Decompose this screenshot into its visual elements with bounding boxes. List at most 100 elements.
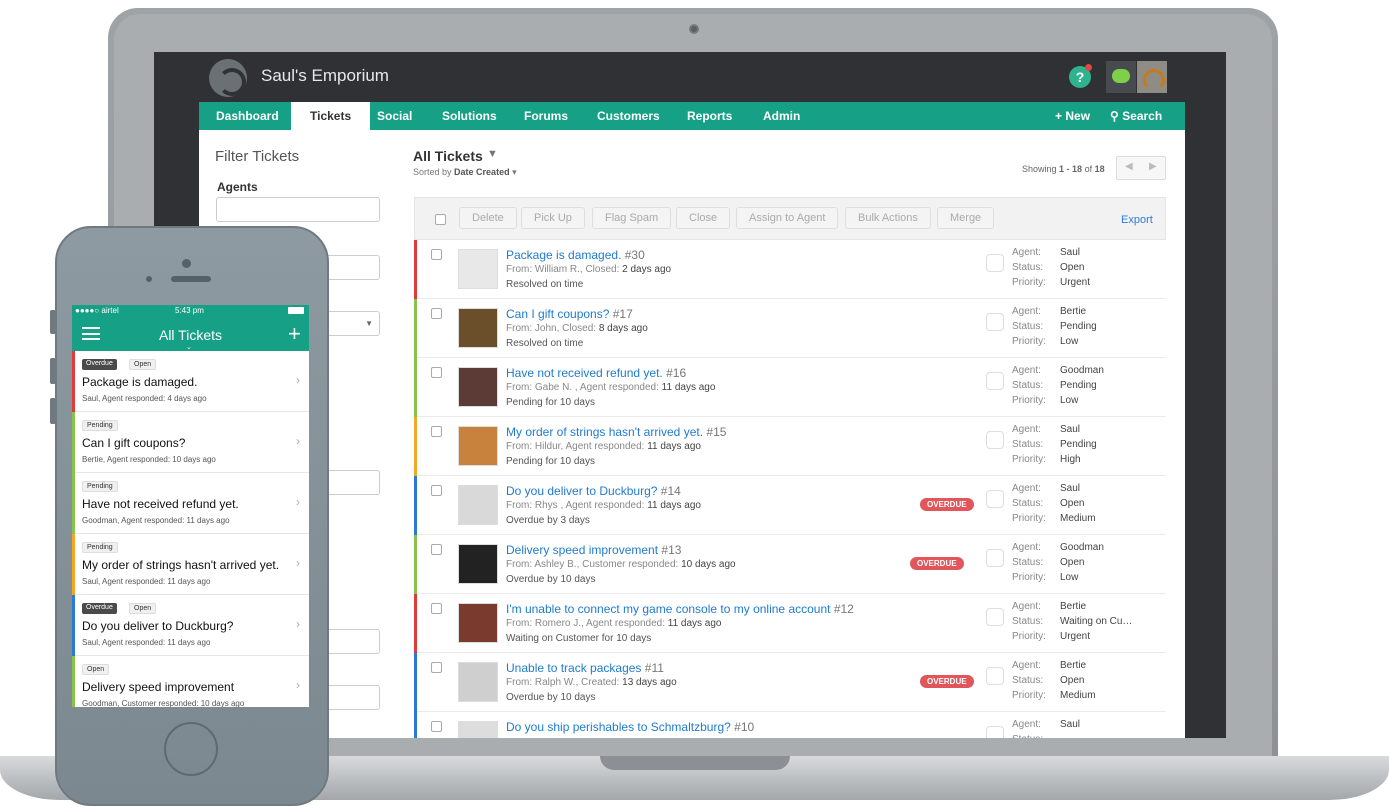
agent-value: Saul: [1060, 424, 1081, 435]
status-badge: Overdue: [82, 359, 117, 370]
phone-ticket-row[interactable]: Pending Can I gift coupons? Bertie, Agen…: [72, 412, 309, 473]
ticket-subject[interactable]: Delivery speed improvement #13: [506, 543, 681, 557]
new-label: New: [1065, 109, 1091, 123]
ticket-row[interactable]: Can I gift coupons? #17 From: John, Clos…: [414, 299, 1166, 358]
chevron-right-icon: ›: [296, 617, 300, 631]
merge-button[interactable]: Merge: [937, 207, 995, 229]
status-value: Pending: [1060, 321, 1097, 332]
phone-ticket-row[interactable]: Overdue Open Do you deliver to Duckburg? …: [72, 595, 309, 656]
export-link[interactable]: Export: [1121, 214, 1153, 226]
ticket-thumbnail: [458, 603, 498, 643]
nav-customers[interactable]: Customers: [597, 102, 660, 130]
sort-control[interactable]: Sorted by Date Created ▾: [413, 167, 517, 178]
ticket-subject[interactable]: Have not received refund yet. #16: [506, 366, 686, 380]
select-all-checkbox[interactable]: [435, 214, 446, 225]
ticket-checkbox[interactable]: [431, 662, 442, 673]
flag-spam-button[interactable]: Flag Spam: [592, 207, 672, 229]
nav-reports[interactable]: Reports: [687, 102, 732, 130]
ticket-thumbnail: [458, 249, 498, 289]
bulk-actions-button[interactable]: Bulk Actions: [845, 207, 931, 229]
priority-value: Urgent: [1060, 631, 1091, 642]
list-title[interactable]: All Tickets: [413, 148, 483, 164]
ticket-subject[interactable]: Unable to track packages #11: [506, 661, 664, 675]
status-badge: Pending: [82, 420, 118, 431]
ticket-checkbox[interactable]: [431, 544, 442, 555]
ticket-row[interactable]: Have not received refund yet. #16 From: …: [414, 358, 1166, 417]
logo-icon[interactable]: [209, 59, 247, 97]
phone-ticket-row[interactable]: Pending Have not received refund yet. Go…: [72, 473, 309, 534]
ticket-checkbox[interactable]: [431, 721, 442, 732]
status-value: Pending: [1060, 439, 1097, 450]
ticket-row[interactable]: Delivery speed improvement #13 From: Ash…: [414, 535, 1166, 594]
ticket-checkbox[interactable]: [431, 249, 442, 260]
ticket-state: Overdue by 10 days: [506, 574, 596, 585]
showing-prefix: Showing: [1022, 164, 1057, 174]
ticket-checkbox[interactable]: [431, 426, 442, 437]
phone-ticket-meta: Saul, Agent responded: 11 days ago: [82, 577, 211, 586]
ticket-subject[interactable]: Can I gift coupons? #17: [506, 307, 633, 321]
status-value: Open: [1060, 498, 1085, 509]
ticket-number: #11: [644, 661, 664, 675]
phone-title[interactable]: All Tickets: [72, 327, 309, 343]
phone-ticket-meta: Saul, Agent responded: 4 days ago: [82, 394, 207, 403]
phone-ticket-row[interactable]: Pending My order of strings hasn't arriv…: [72, 534, 309, 595]
ticket-row[interactable]: Unable to track packages #11 From: Ralph…: [414, 653, 1166, 712]
ticket-row[interactable]: My order of strings hasn't arrived yet. …: [414, 417, 1166, 476]
status-label: Status:: [1012, 675, 1044, 686]
nav-forums[interactable]: Forums: [524, 102, 568, 130]
avatar[interactable]: [1137, 61, 1167, 93]
priority-bar: [72, 412, 75, 473]
ticket-row[interactable]: Do you ship perishables to Schmaltzburg?…: [414, 712, 1166, 738]
nav-dashboard[interactable]: Dashboard: [216, 102, 279, 130]
phone-ticket-subject: Can I gift coupons?: [82, 436, 186, 450]
chevron-down-icon[interactable]: ⌄: [186, 343, 192, 351]
ticket-subject[interactable]: Do you ship perishables to Schmaltzburg?…: [506, 720, 754, 734]
ticket-subject[interactable]: Do you deliver to Duckburg? #14: [506, 484, 681, 498]
ticket-row[interactable]: Package is damaged. #30 From: William R.…: [414, 240, 1166, 299]
home-button[interactable]: [164, 722, 218, 776]
search-button[interactable]: ⚲ Search: [1110, 102, 1162, 130]
ticket-state: Overdue by 10 days: [506, 692, 596, 703]
phone-ticket-subject: Delivery speed improvement: [82, 680, 235, 694]
ticket-from: From: William R., Closed: 2 days ago: [506, 264, 672, 275]
ticket-checkbox[interactable]: [431, 485, 442, 496]
ticket-subject[interactable]: I'm unable to connect my game console to…: [506, 602, 854, 616]
assign-agent-button[interactable]: Assign to Agent: [736, 207, 839, 229]
ticket-checkbox[interactable]: [431, 367, 442, 378]
ticket-subject[interactable]: Package is damaged. #30: [506, 248, 645, 262]
priority-value: High: [1060, 454, 1081, 465]
sort-prefix: Sorted by: [413, 167, 452, 177]
nav-social[interactable]: Social: [377, 102, 412, 130]
status-value: Open: [1060, 557, 1085, 568]
nav-admin[interactable]: Admin: [763, 102, 800, 130]
main-nav: Dashboard Tickets Social Solutions Forum…: [199, 102, 1185, 130]
new-button[interactable]: + New: [1055, 102, 1090, 130]
next-page-icon[interactable]: ▶: [1149, 161, 1157, 172]
phone-screen: ●●●●○ airtel 5:43 pm All Tickets ⌄ + Ove…: [72, 305, 309, 707]
ticket-row[interactable]: I'm unable to connect my game console to…: [414, 594, 1166, 653]
delete-button[interactable]: Delete: [459, 207, 517, 229]
phone-ticket-row[interactable]: Open Delivery speed improvement Goodman,…: [72, 656, 309, 707]
nav-solutions[interactable]: Solutions: [442, 102, 497, 130]
phone-status-bar: ●●●●○ airtel 5:43 pm: [72, 305, 309, 317]
ticket-row[interactable]: Do you deliver to Duckburg? #14 From: Rh…: [414, 476, 1166, 535]
chevron-down-icon[interactable]: ▼: [487, 148, 498, 160]
phone-ticket-row[interactable]: Overdue Open Package is damaged. Saul, Ag…: [72, 351, 309, 412]
bulk-action-bar: Delete Pick Up Flag Spam Close Assign to…: [414, 197, 1166, 240]
ticket-from: From: Ashley B., Customer responded: 10 …: [506, 559, 736, 570]
close-button[interactable]: Close: [676, 207, 731, 229]
agent-label: Agent:: [1012, 542, 1041, 553]
nav-tickets[interactable]: Tickets: [291, 102, 371, 130]
add-ticket-button[interactable]: +: [288, 321, 301, 347]
phone-volume-down: [50, 398, 56, 424]
stage: Saul's Emporium ? Dashboard Tickets Soci…: [0, 0, 1389, 808]
ticket-checkbox[interactable]: [431, 308, 442, 319]
pick-up-button[interactable]: Pick Up: [521, 207, 585, 229]
ticket-thumbnail: [458, 544, 498, 584]
ticket-checkbox[interactable]: [431, 603, 442, 614]
agent-label: Agent:: [1012, 365, 1041, 376]
agents-input[interactable]: [216, 197, 380, 222]
prev-page-icon[interactable]: ◀: [1125, 161, 1133, 172]
ticket-subject[interactable]: My order of strings hasn't arrived yet. …: [506, 425, 726, 439]
source-icon: [986, 726, 1004, 738]
